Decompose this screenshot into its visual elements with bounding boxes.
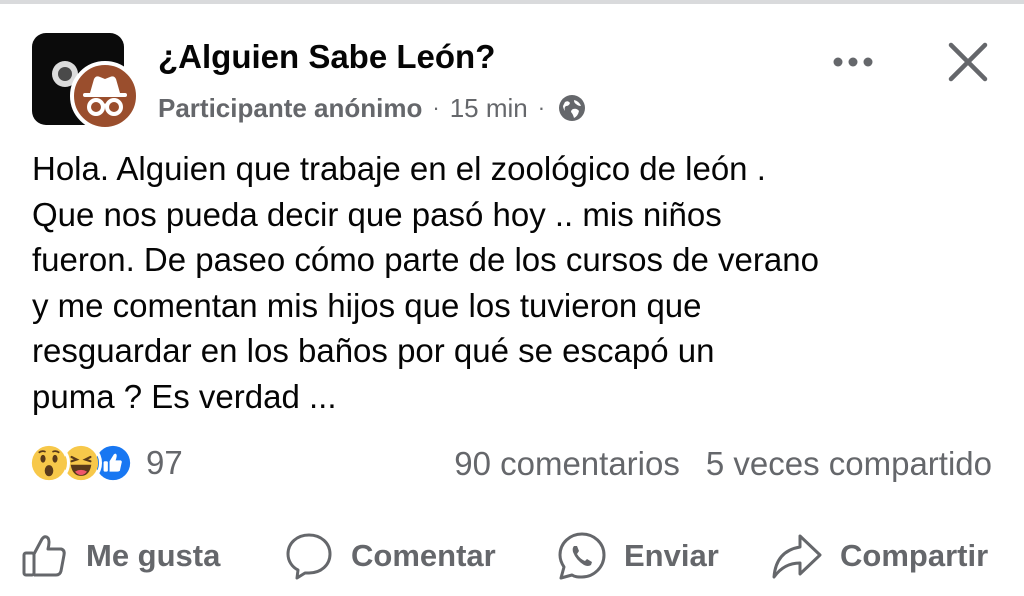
comment-bubble-icon — [286, 533, 332, 580]
post-action-bar: Me gusta Comentar Enviar Compartir — [0, 526, 1024, 586]
incognito-icon — [83, 76, 127, 116]
meta-separator: · — [537, 95, 546, 120]
comment-label: Comentar — [351, 538, 496, 573]
share-arrow-icon — [772, 534, 822, 579]
reaction-count: 97 — [146, 444, 183, 481]
more-icon — [833, 57, 873, 67]
post-meta: Participante anónimo · 15 min · — [158, 90, 587, 126]
post-text-line: resguardar en los baños por qué se escap… — [32, 332, 715, 369]
comments-count[interactable]: 90 comentarios — [454, 445, 680, 483]
more-options-button[interactable] — [828, 44, 878, 80]
post-text-line: y me comentan mis hijos que los tuvieron… — [32, 286, 702, 324]
post-text-line: fueron. De paseo cómo parte de los curso… — [32, 241, 819, 278]
engagement-stats: 90 comentarios 5 veces compartido — [454, 442, 992, 486]
post-text-line: Que nos pueda decir que pasó hoy .. mis … — [32, 195, 722, 233]
top-divider — [0, 0, 1024, 4]
group-name[interactable]: ¿Alguien Sabe León? — [158, 38, 495, 76]
shares-count[interactable]: 5 veces compartido — [706, 445, 992, 483]
author-name[interactable]: Participante anónimo — [158, 93, 422, 124]
share-button[interactable]: Compartir — [770, 526, 988, 586]
comment-button[interactable]: Comentar — [283, 526, 496, 586]
anonymous-avatar — [70, 61, 140, 131]
like-button[interactable]: Me gusta — [20, 526, 220, 586]
post-text-line: Hola. Alguien que trabaje en el zoológic… — [32, 150, 766, 187]
thumbs-up-icon — [22, 535, 66, 577]
send-button[interactable]: Enviar — [556, 526, 719, 586]
whatsapp-icon — [558, 532, 606, 580]
post-time[interactable]: 15 min — [450, 93, 528, 124]
reactions-summary[interactable]: 97 — [28, 440, 183, 486]
post-text: Hola. Alguien que trabaje en el zoológic… — [32, 146, 1007, 419]
close-icon — [948, 42, 988, 82]
post-text-line: puma ? Es verdad ... — [32, 377, 337, 415]
send-label: Enviar — [624, 538, 719, 573]
share-label: Compartir — [840, 538, 989, 573]
wow-reaction-icon — [28, 442, 70, 484]
close-button[interactable] — [940, 36, 996, 88]
globe-icon — [559, 95, 586, 121]
like-label: Me gusta — [86, 538, 221, 573]
meta-separator: · — [432, 95, 440, 120]
